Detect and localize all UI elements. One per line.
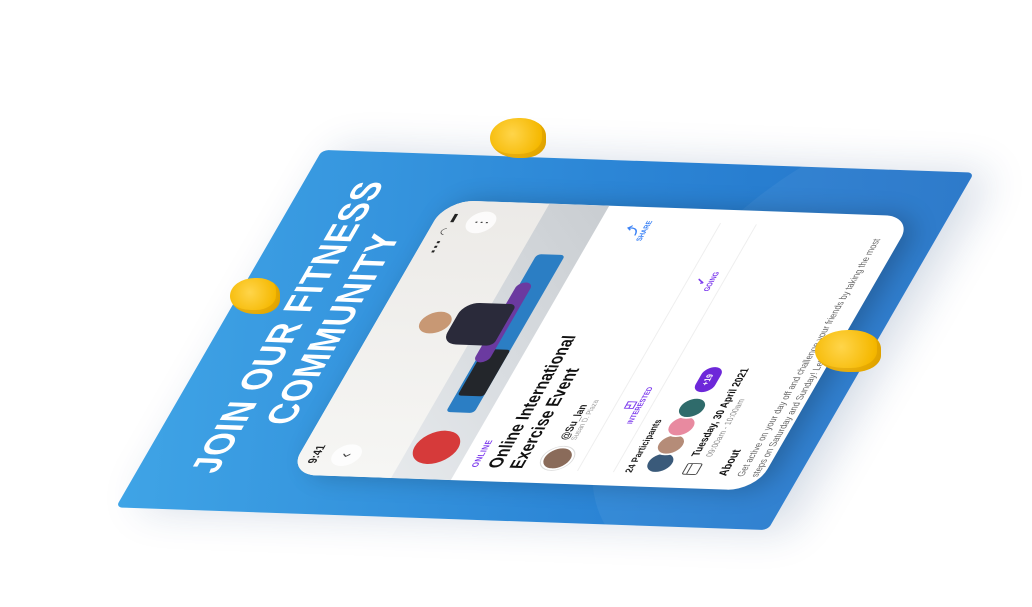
participant-avatar — [671, 396, 713, 420]
clapping-hands-icon — [490, 118, 546, 158]
participants-more-badge[interactable]: +19 — [691, 367, 726, 393]
hand-icon — [230, 278, 280, 314]
host-info: @Su_lan Susan D. Plaza — [558, 400, 601, 440]
calendar-icon — [681, 462, 704, 476]
thumbs-up-icon — [815, 330, 881, 372]
share-button[interactable]: ⤴ SHARE — [617, 220, 655, 242]
going-button[interactable]: ✓ GOING — [689, 271, 721, 292]
stage: JOIN OUR FITNESS COMMUNITY 9:41 ▪▪▪ ◠ ▬ … — [0, 0, 1032, 607]
host-avatar — [535, 446, 580, 471]
interested-button[interactable]: ◰ INTERESTED — [612, 386, 655, 424]
